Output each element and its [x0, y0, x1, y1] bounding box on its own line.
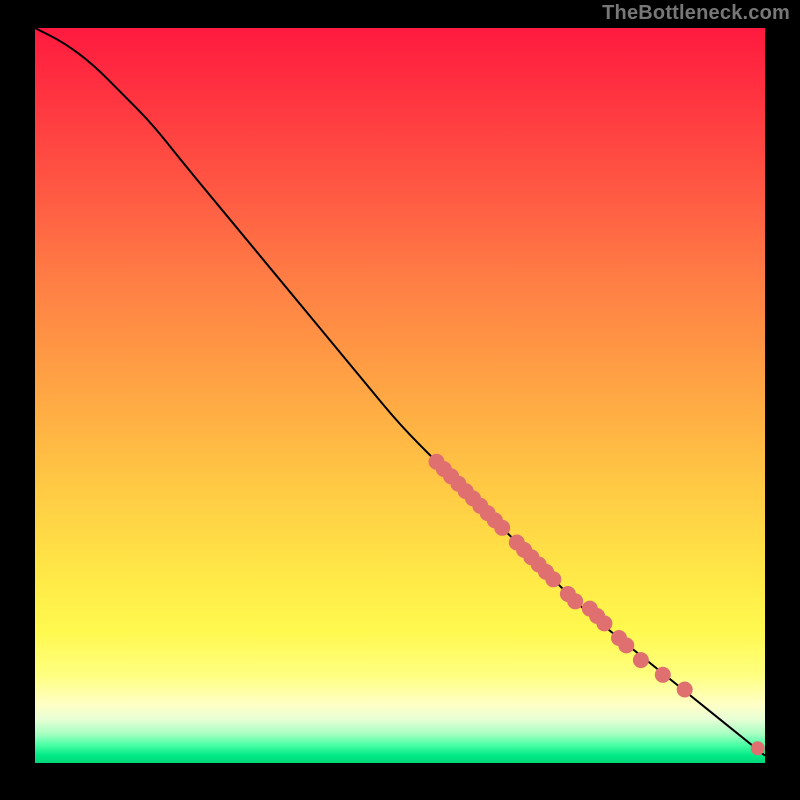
- curve-line: [35, 28, 765, 756]
- data-point: [677, 682, 693, 698]
- data-point: [545, 571, 561, 587]
- data-point: [633, 652, 649, 668]
- data-point: [494, 520, 510, 536]
- data-point: [596, 615, 612, 631]
- data-point: [618, 637, 634, 653]
- data-point: [751, 741, 765, 755]
- scatter-points: [429, 454, 765, 756]
- chart-svg: [35, 28, 765, 763]
- watermark-text: TheBottleneck.com: [602, 2, 790, 25]
- data-point: [655, 667, 671, 683]
- data-point: [567, 593, 583, 609]
- chart-frame: TheBottleneck.com: [0, 0, 800, 800]
- plot-area: [35, 28, 765, 763]
